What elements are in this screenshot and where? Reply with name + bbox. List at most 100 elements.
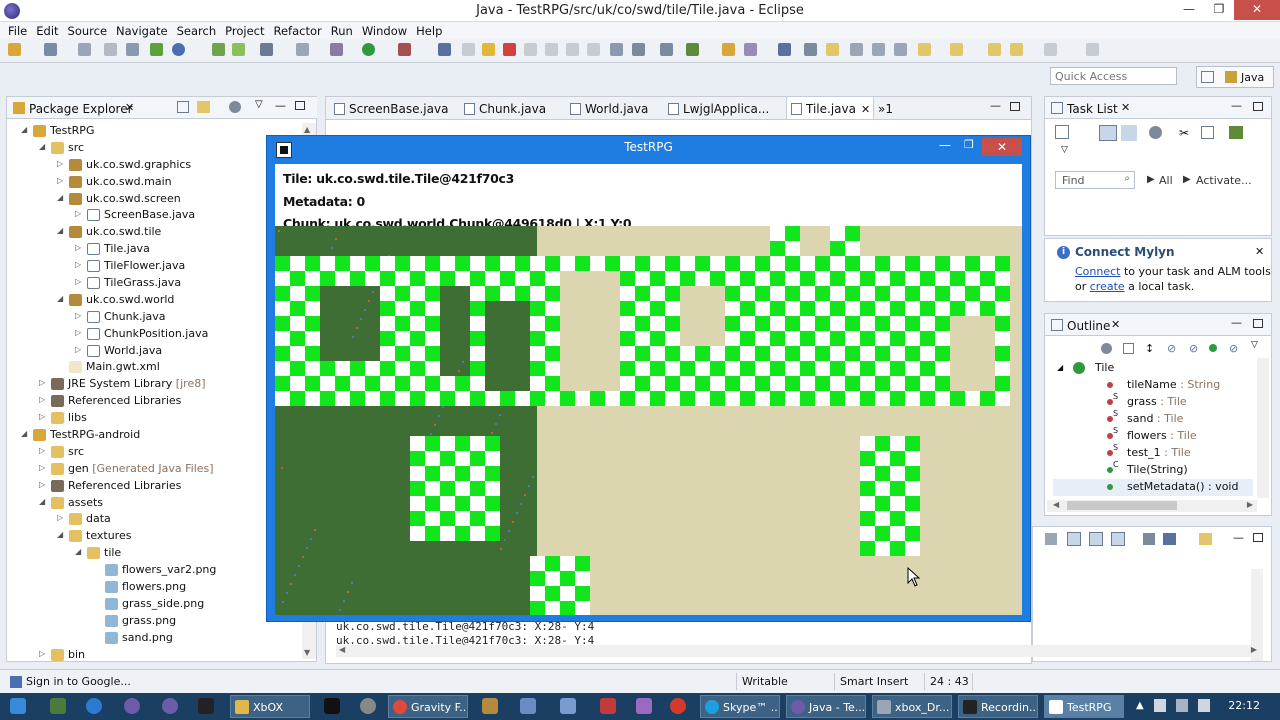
ie-icon[interactable] (86, 698, 102, 714)
hide-fields-icon[interactable]: ⊘ (1167, 342, 1176, 355)
create-link[interactable]: create (1090, 280, 1125, 293)
close-tab-icon[interactable]: ✕ (861, 103, 870, 116)
tool-icon[interactable] (360, 698, 376, 714)
back-icon[interactable] (1010, 43, 1023, 56)
taskbar-button-recording[interactable]: Recordin... (958, 695, 1038, 718)
collapse-outline-icon[interactable] (1123, 343, 1134, 354)
scroll-lock-icon[interactable] (1067, 532, 1081, 546)
tray-network-icon[interactable] (1176, 699, 1188, 712)
close-view-icon[interactable]: ✕ (125, 101, 134, 114)
hide-static-icon[interactable]: ⊘ (1189, 342, 1198, 355)
task-find-input[interactable]: Find ⌕ (1055, 171, 1135, 189)
outline-member[interactable]: C Tile(String) (1053, 460, 1253, 479)
scroll-thumb[interactable] (1067, 501, 1177, 510)
last-edit-icon[interactable] (988, 43, 1001, 56)
collapsed-arrow-icon[interactable]: ▷ (39, 446, 47, 455)
tree-item[interactable]: ◢ uk.co.swd.world (7, 292, 307, 309)
expanded-arrow-icon[interactable]: ◢ (21, 430, 29, 438)
suspend-icon[interactable] (482, 43, 495, 56)
outline-member[interactable]: Stest_1 : Tile (1053, 443, 1253, 462)
show-errors-icon[interactable] (1111, 532, 1125, 546)
game-maximize-button[interactable]: ❐ (964, 138, 974, 151)
collapsed-arrow-icon[interactable]: ▷ (75, 261, 83, 269)
print-icon[interactable] (104, 43, 117, 56)
tree-item[interactable]: ▷ src (7, 444, 307, 461)
tree-item[interactable]: grass_side.png (7, 596, 307, 613)
menu-navigate[interactable]: Navigate (112, 22, 173, 39)
tab-tile[interactable]: Tile.java ✕ (786, 97, 874, 121)
menu-search[interactable]: Search (173, 22, 222, 39)
scroll-right-icon[interactable]: ▶ (1251, 645, 1257, 654)
opera-icon[interactable] (670, 698, 686, 714)
expanded-arrow-icon[interactable]: ◢ (75, 548, 83, 556)
hide-nonpublic-icon[interactable] (1209, 344, 1217, 352)
collapsed-arrow-icon[interactable]: ▷ (39, 396, 47, 404)
minimize-console-icon[interactable]: — (1233, 531, 1244, 544)
use-step-filters-icon[interactable] (632, 43, 645, 56)
package-explorer-tab[interactable]: Package Explorer ✕ ▽ — (7, 97, 317, 119)
toggle-mark-icon[interactable] (804, 43, 817, 56)
quick-access-input[interactable] (1050, 67, 1177, 85)
clock[interactable]: 22:12 (1228, 699, 1260, 712)
game-window[interactable]: TestRPG — ❐ ✕ Tile: uk.co.swd.tile.Tile@… (266, 135, 1031, 622)
forward-icon[interactable] (1044, 43, 1057, 56)
app5-icon[interactable] (600, 698, 616, 714)
tree-item[interactable]: ▷ data (7, 511, 307, 528)
scroll-right-icon[interactable]: ▶ (1247, 500, 1253, 509)
sync-icon[interactable] (1201, 126, 1214, 139)
tree-item[interactable]: ▷ ChunkPosition.java (7, 326, 307, 343)
hide-local-types-icon[interactable]: ⊘ (1229, 342, 1238, 355)
obs-icon[interactable] (324, 698, 340, 714)
open-console-icon[interactable] (660, 43, 673, 56)
menu-project[interactable]: Project (221, 22, 269, 39)
close-mylyn-icon[interactable]: ✕ (1255, 245, 1264, 258)
drop-frame-icon[interactable] (610, 43, 623, 56)
highlight-icon[interactable] (826, 43, 839, 56)
tree-item[interactable]: ▷ Referenced Libraries (7, 393, 307, 410)
outline-tab[interactable]: Outline ✕ — (1045, 314, 1271, 336)
expanded-arrow-icon[interactable]: ◢ (57, 193, 65, 202)
scroll-left-icon[interactable]: ◀ (339, 645, 345, 654)
menu-refactor[interactable]: Refactor (270, 22, 327, 39)
open-type-icon[interactable] (686, 43, 699, 56)
step-into-icon[interactable] (545, 43, 558, 56)
tree-item[interactable]: ◢ TestRPG (7, 123, 307, 140)
minimize-view-icon[interactable]: — (1231, 99, 1242, 112)
scroll-left-icon[interactable]: ◀ (1053, 500, 1059, 509)
tree-item[interactable]: ▷ ScreenBase.java (7, 207, 307, 224)
expanded-arrow-icon[interactable]: ◢ (57, 294, 65, 303)
close-button[interactable]: ✕ (1234, 0, 1280, 20)
minimize-view-icon[interactable]: — (1231, 316, 1242, 329)
collapsed-arrow-icon[interactable]: ▷ (57, 176, 65, 185)
eclipse-taskbar-icon[interactable] (162, 698, 178, 714)
view-menu-icon[interactable]: ▽ (1061, 145, 1068, 155)
gradle-icon[interactable] (150, 43, 163, 56)
search-tool-icon[interactable] (744, 43, 757, 56)
focus-outline-icon[interactable] (1101, 343, 1112, 354)
maximize-editor-icon[interactable] (1010, 102, 1020, 111)
task-list-tab[interactable]: Task List ✕ — (1045, 97, 1271, 119)
expanded-arrow-icon[interactable]: ◢ (39, 142, 47, 151)
expanded-arrow-icon[interactable]: ◢ (57, 531, 65, 539)
skip-breakpoints-icon[interactable] (438, 43, 451, 56)
view-menu-icon[interactable]: ▽ (1251, 340, 1258, 350)
task-filter-all[interactable]: All (1159, 174, 1173, 187)
save-all-icon[interactable] (78, 43, 91, 56)
app6-icon[interactable] (636, 698, 652, 714)
run-icon[interactable] (362, 43, 375, 56)
tree-item[interactable]: ▷ uk.co.swd.graphics (7, 157, 307, 174)
terminal-taskbar-icon[interactable] (198, 698, 214, 714)
tree-item[interactable]: Main.gwt.xml (7, 359, 307, 376)
collapsed-arrow-icon[interactable]: ▷ (75, 328, 83, 337)
console-hscrollbar[interactable]: ◀ ▶ (336, 645, 1260, 657)
game-close-button[interactable]: ✕ (982, 138, 1022, 156)
maximize-view-icon[interactable] (295, 101, 305, 110)
open-perspective-icon[interactable] (1201, 71, 1214, 83)
tree-item[interactable]: sand.png (7, 630, 307, 647)
tree-item[interactable]: ◢ tile (7, 545, 307, 562)
collapsed-arrow-icon[interactable]: ▷ (75, 311, 83, 320)
collapsed-arrow-icon[interactable]: ▷ (39, 413, 47, 421)
outline-member[interactable]: setMetadata() : void (1053, 479, 1253, 496)
minecraft-icon[interactable] (50, 698, 66, 714)
tree-item[interactable]: flowers_var2.png (7, 562, 307, 579)
